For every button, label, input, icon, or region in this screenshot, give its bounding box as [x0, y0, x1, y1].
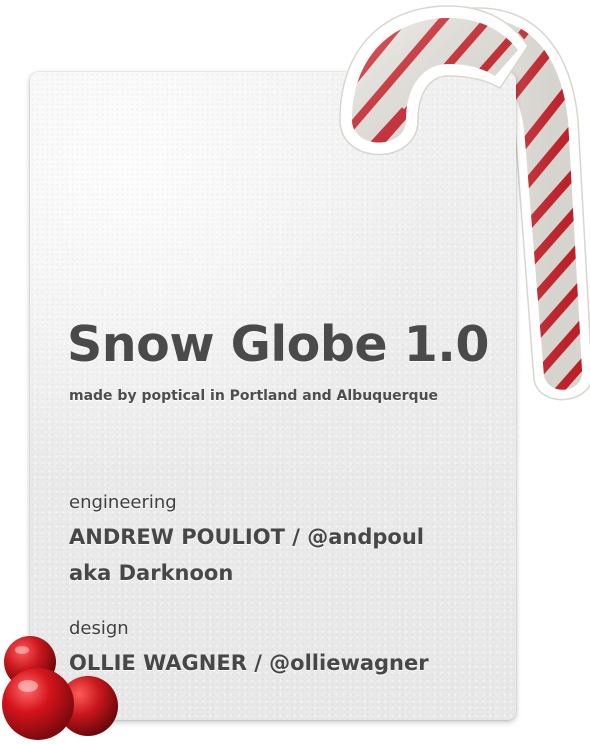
about-card: Snow Globe 1.0 made by poptical in Portl… [30, 72, 516, 720]
engineering-label: engineering [69, 492, 177, 513]
app-subtitle: made by poptical in Portland and Albuque… [69, 388, 439, 404]
engineering-alias: aka Darknoon [69, 561, 234, 585]
engineering-credit: ANDREW POULIOT / @andpoul [69, 525, 424, 549]
about-window: Snow Globe 1.0 made by poptical in Portl… [0, 0, 590, 744]
design-label: design [69, 618, 129, 639]
design-credit: OLLIE WAGNER / @olliewagner [69, 651, 429, 675]
app-title: Snow Globe 1.0 [67, 316, 490, 373]
